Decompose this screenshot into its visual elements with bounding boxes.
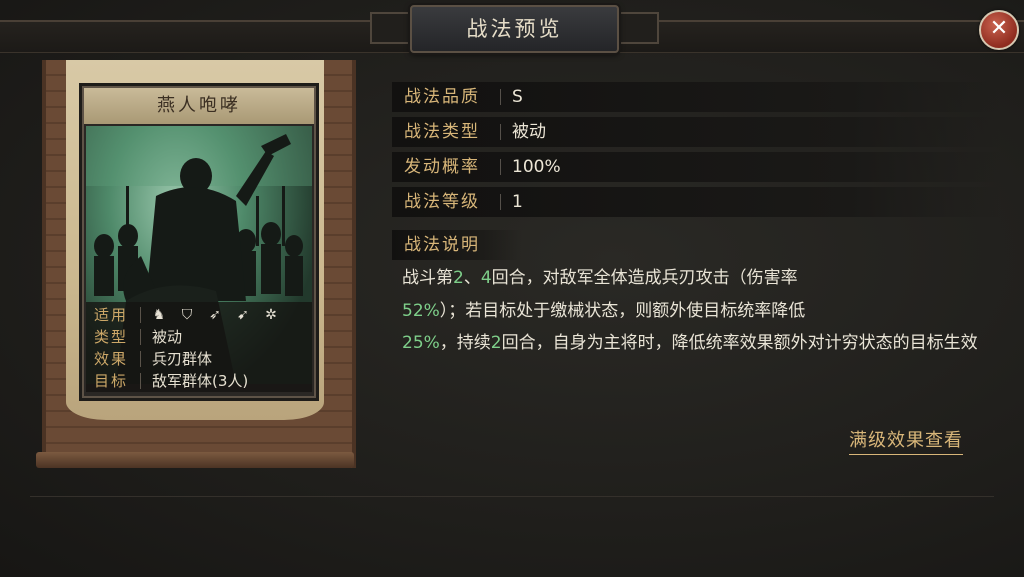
shield-icon: ⛉ (181, 307, 193, 323)
stat-label: 战法类型 (404, 122, 480, 142)
stat-value: S (512, 87, 523, 107)
description-text: 、 (463, 268, 481, 288)
card-row-value: 被动 (152, 328, 183, 346)
card-row-value: 兵刃群体 (152, 350, 213, 368)
divider (140, 351, 141, 367)
close-icon[interactable]: ✕ (990, 16, 1008, 41)
description-text: 战斗第 (402, 268, 453, 288)
card-row-key: 类型 (94, 328, 129, 346)
stat-label: 战法品质 (404, 87, 480, 107)
stat-label: 发动概率 (404, 157, 480, 177)
skill-card-info: 适用 ♞ ⛉ ➶ ➹ ✲ 类型 被动 效果 兵刃群体 目标 敌军群体(3人) (86, 302, 312, 392)
page-title: 战法预览 (410, 5, 619, 53)
divider (500, 194, 501, 210)
card-row-target: 目标 敌军群体(3人) (86, 370, 312, 392)
description-text: ）；若目标处于缴械状态，则额外使目标统率降低 (439, 300, 806, 321)
card-row-type: 类型 被动 (86, 326, 312, 348)
divider (500, 159, 501, 175)
cavalry-icon: ♞ (152, 307, 166, 323)
stat-row-probability: 发动概率 100% (392, 152, 1002, 182)
divider (500, 124, 501, 140)
description-text: ，持续 (439, 333, 491, 353)
scroll-rod (36, 452, 354, 468)
card-row-applicable: 适用 ♞ ⛉ ➶ ➹ ✲ (86, 304, 312, 326)
description-number: 4 (480, 268, 492, 288)
chariot-wheel-icon: ✲ (265, 307, 277, 323)
divider (140, 329, 141, 345)
bow-icon: ➶ (209, 307, 221, 323)
spear-icon: ➹ (237, 307, 249, 323)
description-number: 52% (402, 300, 440, 321)
description-number: 2 (453, 268, 464, 288)
stat-row-type: 战法类型 被动 (392, 117, 1002, 147)
divider (30, 496, 994, 497)
description-text: 回合，自身为主将时，降低统率效果额外对计穷状态的目标生效 (501, 333, 978, 353)
card-row-value: 敌军群体(3人) (152, 372, 249, 390)
card-row-key: 目标 (94, 372, 129, 390)
divider (140, 307, 141, 323)
divider (140, 373, 141, 389)
description-text: 回合，对敌军全体造成兵刃攻击（伤害率 (491, 268, 798, 288)
skill-card-name: 燕人咆哮 (84, 88, 314, 124)
description-number: 2 (490, 333, 502, 353)
description-number: 25% (402, 333, 440, 353)
card-row-key: 适用 (94, 306, 129, 324)
card-row-effect: 效果 兵刃群体 (86, 348, 312, 370)
stat-row-quality: 战法品质 S (392, 82, 1002, 112)
unit-type-icons: ♞ ⛉ ➶ ➹ ✲ (150, 306, 280, 324)
skill-description: 战斗第2、4回合，对敌军全体造成兵刃攻击（伤害率 52%）；若目标处于缴械状态，则… (402, 262, 1002, 360)
description-heading: 战法说明 (392, 230, 522, 260)
card-row-key: 效果 (94, 350, 129, 368)
full-level-effect-link[interactable]: 满级效果查看 (849, 426, 963, 455)
stat-row-level: 战法等级 1 (392, 187, 1002, 217)
title-ornament-right (615, 12, 659, 44)
title-ornament-left (370, 12, 414, 44)
stat-value: 被动 (512, 122, 546, 142)
stat-label: 战法等级 (404, 192, 480, 212)
stat-value: 1 (512, 192, 523, 212)
stat-value: 100% (512, 157, 561, 177)
skill-card: 燕人咆哮 适用 ♞ ⛉ ➶ ➹ ✲ 类型 被动 效果 兵刃群体 目标 敌军群体(… (82, 86, 316, 398)
close-button[interactable]: ✕ (979, 10, 1019, 50)
divider (500, 89, 501, 105)
